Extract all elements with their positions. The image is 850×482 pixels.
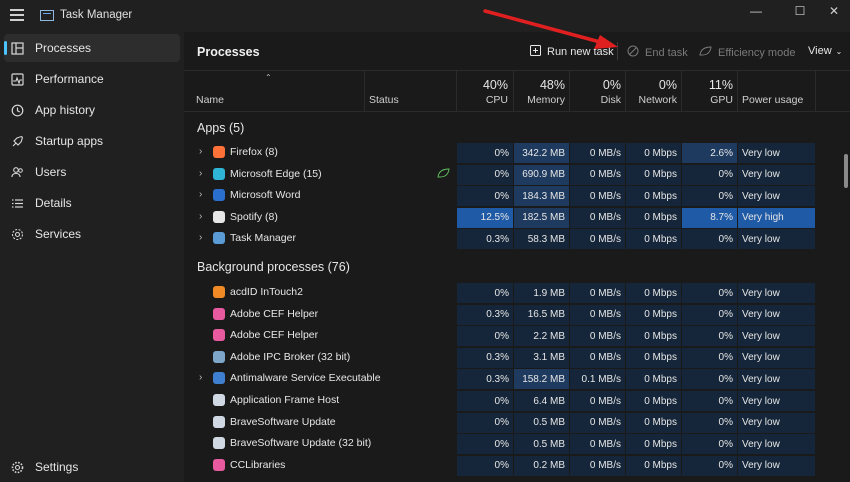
red-annotation-arrow <box>483 9 618 49</box>
